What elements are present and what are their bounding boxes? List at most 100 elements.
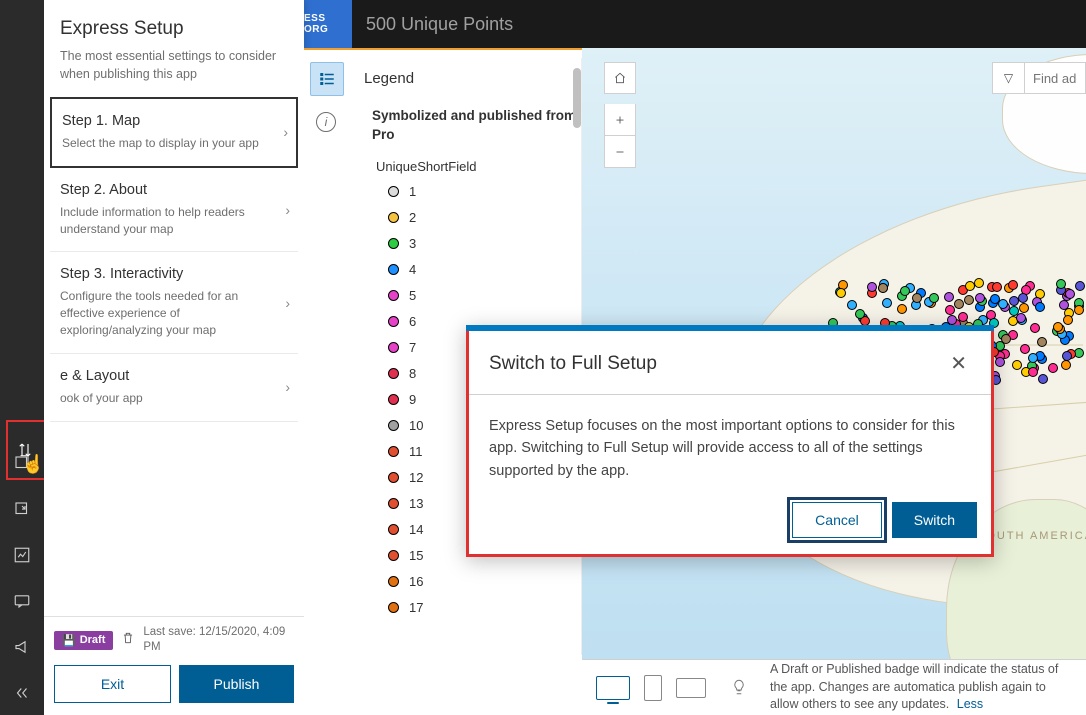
legend-label: 3 — [409, 236, 416, 251]
search-input[interactable] — [1025, 63, 1085, 93]
legend-swatch — [388, 342, 399, 353]
chart-icon[interactable] — [12, 545, 32, 565]
page-title: 500 Unique Points — [366, 14, 513, 35]
delete-button[interactable] — [121, 631, 135, 650]
legend-label: 10 — [409, 418, 423, 433]
org-badge: ESS ORG — [304, 0, 352, 48]
map-point — [878, 283, 888, 293]
full-setup-toggle[interactable] — [10, 435, 40, 465]
chevron-right-icon: › — [285, 379, 290, 395]
switch-button[interactable]: Switch — [892, 502, 977, 538]
legend-swatch — [388, 394, 399, 405]
map-point — [1019, 303, 1029, 313]
close-button[interactable]: ✕ — [946, 347, 971, 380]
map-point — [847, 300, 857, 310]
map-point — [1035, 302, 1045, 312]
legend-label: 4 — [409, 262, 416, 277]
map-point — [1038, 374, 1048, 384]
legend-item: 1 — [388, 184, 581, 199]
map-point — [1048, 363, 1058, 373]
step-desc: Include information to help readers unde… — [60, 204, 288, 238]
legend-scrollbar[interactable] — [573, 68, 581, 128]
legend-label: 15 — [409, 548, 423, 563]
legend-swatch — [388, 316, 399, 327]
legend-toggle[interactable] — [310, 62, 344, 96]
device-phone[interactable] — [676, 678, 706, 698]
map-point — [836, 288, 846, 298]
legend-item: 17 — [388, 600, 581, 615]
legend-swatch — [388, 446, 399, 457]
legend-swatch — [388, 212, 399, 223]
side-panel: Express Setup The most essential setting… — [44, 0, 304, 715]
map-controls — [604, 62, 636, 168]
device-tablet[interactable] — [644, 675, 662, 701]
legend-item: 5 — [388, 288, 581, 303]
map-point — [1065, 289, 1075, 299]
map-point — [995, 357, 1005, 367]
legend-label: 11 — [409, 444, 423, 459]
map-point — [1062, 351, 1072, 361]
map-point — [1018, 293, 1028, 303]
map-point — [1012, 360, 1022, 370]
announce-icon[interactable] — [12, 637, 32, 657]
legend-swatch — [388, 420, 399, 431]
step-map[interactable]: Step 1. Map Select the map to display in… — [50, 97, 298, 168]
home-button[interactable] — [604, 62, 636, 94]
map-point — [954, 299, 964, 309]
legend-label: 1 — [409, 184, 416, 199]
legend-item: 2 — [388, 210, 581, 225]
legend-item: 4 — [388, 262, 581, 277]
cancel-button[interactable]: Cancel — [792, 502, 882, 538]
legend-swatch — [388, 524, 399, 535]
step-title: e & Layout — [60, 368, 288, 384]
legend-swatch — [388, 498, 399, 509]
legend-swatch — [388, 368, 399, 379]
map-point — [965, 281, 975, 291]
preview-bar: A Draft or Published badge will indicate… — [582, 659, 1086, 715]
feedback-icon[interactable] — [12, 591, 32, 611]
chevron-right-icon: › — [283, 124, 288, 140]
export-icon[interactable] — [12, 499, 32, 519]
draft-badge: 💾 Draft — [54, 631, 113, 650]
map-point — [1059, 300, 1069, 310]
step-interactivity[interactable]: Step 3. Interactivity Configure the tool… — [50, 252, 298, 353]
map-point — [1063, 315, 1073, 325]
map-point — [900, 286, 910, 296]
map-point — [1075, 281, 1085, 291]
legend-label: 2 — [409, 210, 416, 225]
panel-title: Express Setup — [60, 18, 288, 40]
panel-footer: 💾 Draft Last save: 12/15/2020, 4:09 PM E… — [44, 616, 304, 715]
map-point — [1074, 305, 1084, 315]
modal-title: Switch to Full Setup — [489, 353, 657, 375]
legend-label: 8 — [409, 366, 416, 381]
search-source-dropdown[interactable]: ▽ — [993, 63, 1025, 93]
chevron-right-icon: › — [285, 202, 290, 218]
legend-label: 9 — [409, 392, 416, 407]
switch-full-setup-modal: Switch to Full Setup ✕ Express Setup foc… — [466, 325, 994, 557]
legend-label: 17 — [409, 600, 423, 615]
info-icon[interactable]: i — [316, 112, 336, 132]
collapse-icon[interactable] — [12, 683, 32, 703]
exit-button[interactable]: Exit — [54, 665, 171, 703]
step-about[interactable]: Step 2. About Include information to hel… — [50, 168, 298, 253]
map-point — [945, 305, 955, 315]
legend-swatch — [388, 186, 399, 197]
chevron-right-icon: › — [285, 295, 290, 311]
device-desktop[interactable] — [596, 676, 630, 700]
map-point — [1037, 337, 1047, 347]
legend-swatch — [388, 472, 399, 483]
last-save-text: Last save: 12/15/2020, 4:09 PM — [143, 625, 294, 655]
map-point — [929, 293, 939, 303]
legend-item: 16 — [388, 574, 581, 589]
step-layout[interactable]: e & Layout ook of your app › — [50, 354, 298, 422]
zoom-out-button[interactable] — [604, 136, 636, 168]
tip-less-link[interactable]: Less — [957, 697, 983, 711]
legend-label: 13 — [409, 496, 423, 511]
map-point — [882, 298, 892, 308]
publish-button[interactable]: Publish — [179, 665, 294, 703]
map-point — [944, 292, 954, 302]
legend-swatch — [388, 238, 399, 249]
legend-label: 14 — [409, 522, 423, 537]
map-point — [1020, 344, 1030, 354]
zoom-in-button[interactable] — [604, 104, 636, 136]
